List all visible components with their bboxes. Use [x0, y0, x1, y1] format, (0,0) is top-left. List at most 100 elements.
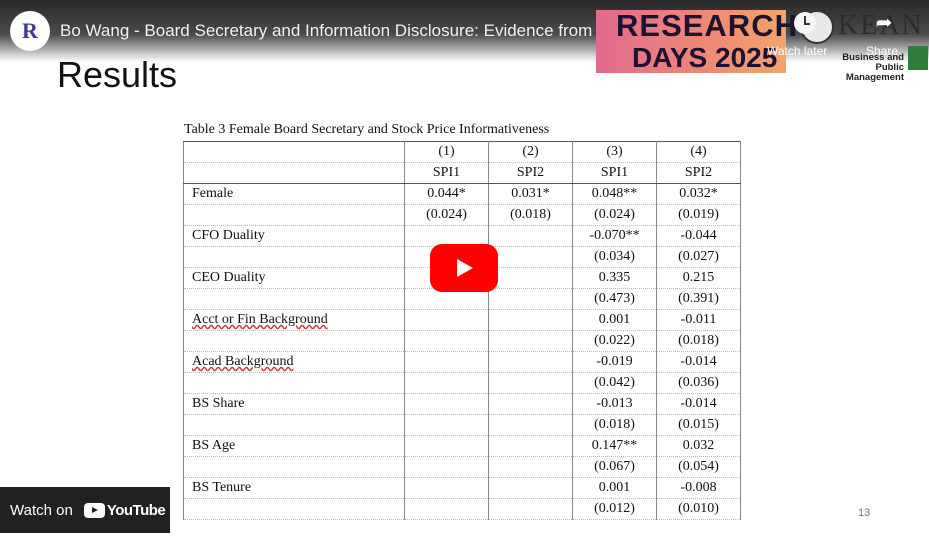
row-label-blank — [183, 288, 405, 310]
row-label: Female — [183, 183, 405, 205]
header-col-number: (1) — [404, 141, 489, 163]
watch-on-youtube-button[interactable]: Watch on YouTube — [0, 487, 170, 533]
header-col-number: (3) — [572, 141, 657, 163]
std-error-cell: (0.391) — [656, 288, 741, 310]
header-blank-cell — [183, 162, 405, 184]
coef-cell — [488, 435, 573, 457]
table-row: BS Share -0.013 -0.014 — [183, 393, 741, 415]
row-label-blank — [183, 456, 405, 478]
std-error-cell: (0.473) — [572, 288, 657, 310]
row-label-blank — [183, 246, 405, 268]
table-row: BS Age 0.147** 0.032 — [183, 435, 741, 457]
coef-cell — [488, 351, 573, 373]
table-header-row: SPI1 SPI2 SPI1 SPI2 — [183, 162, 741, 184]
coef-cell — [488, 309, 573, 331]
std-error-cell: (0.036) — [656, 372, 741, 394]
row-label-blank — [183, 204, 405, 226]
coef-cell — [488, 267, 573, 289]
results-table: (1) (2) (3) (4) SPI1 SPI2 SPI1 SPI2 Female 0.044*… — [183, 141, 741, 520]
channel-avatar-letter: R — [22, 18, 38, 43]
coef-cell: 0.032 — [656, 435, 741, 457]
row-label: BS Age — [183, 435, 405, 457]
std-error-cell: (0.018) — [572, 414, 657, 436]
coef-cell: 0.032* — [656, 183, 741, 205]
coef-cell: -0.011 — [656, 309, 741, 331]
coef-cell: 0.044* — [404, 183, 489, 205]
coef-cell: 0.001 — [572, 477, 657, 499]
watch-on-label: Watch on — [10, 501, 73, 519]
table-row: Acct or Fin Background 0.001 -0.011 — [183, 309, 741, 331]
std-error-cell — [488, 372, 573, 394]
coef-cell: -0.014 — [656, 351, 741, 373]
row-label: BS Tenure — [183, 477, 405, 499]
coef-cell — [404, 393, 489, 415]
std-error-cell — [404, 372, 489, 394]
std-error-cell: (0.010) — [656, 498, 741, 520]
table-row: (0.022) (0.018) — [183, 330, 741, 352]
std-error-cell: (0.034) — [572, 246, 657, 268]
channel-avatar[interactable]: R — [10, 11, 50, 51]
coef-cell: -0.014 — [656, 393, 741, 415]
banner-line1: RESEARCH — [616, 8, 798, 43]
row-label: Acct or Fin Background — [183, 309, 405, 331]
std-error-cell — [488, 414, 573, 436]
coef-cell — [404, 435, 489, 457]
coef-cell — [488, 225, 573, 247]
std-error-cell: (0.054) — [656, 456, 741, 478]
std-error-cell: (0.018) — [488, 204, 573, 226]
share-arrow-icon[interactable]: ➦ — [873, 12, 895, 34]
kean-badge-logo — [908, 46, 928, 70]
row-label: Acad Background — [183, 351, 405, 373]
coef-cell: 0.147** — [572, 435, 657, 457]
youtube-play-icon — [83, 502, 105, 518]
youtube-wordmark: YouTube — [106, 501, 166, 519]
std-error-cell: (0.019) — [656, 204, 741, 226]
slide-title: Results — [57, 54, 178, 95]
coef-cell — [404, 351, 489, 373]
header-var-name: SPI1 — [404, 162, 489, 184]
std-error-cell: (0.018) — [656, 330, 741, 352]
coef-cell: -0.070** — [572, 225, 657, 247]
std-error-cell: (0.022) — [572, 330, 657, 352]
play-button[interactable] — [430, 244, 498, 292]
coef-cell: -0.044 — [656, 225, 741, 247]
row-label-blank — [183, 498, 405, 520]
std-error-cell — [488, 288, 573, 310]
row-label: CFO Duality — [183, 225, 405, 247]
std-error-cell: (0.012) — [572, 498, 657, 520]
coef-cell: -0.013 — [572, 393, 657, 415]
table-row: (0.067) (0.054) — [183, 456, 741, 478]
std-error-cell — [488, 498, 573, 520]
table-row: (0.042) (0.036) — [183, 372, 741, 394]
clock-icon[interactable] — [794, 12, 816, 34]
coef-cell: 0.215 — [656, 267, 741, 289]
coef-cell: 0.031* — [488, 183, 573, 205]
share-label[interactable]: Share — [866, 44, 898, 58]
std-error-cell — [488, 456, 573, 478]
coef-cell: 0.335 — [572, 267, 657, 289]
research-days-banner: RESEARCH DAYS 2025 — [596, 8, 797, 73]
slide-page-number: 13 — [858, 507, 871, 519]
std-error-cell: (0.024) — [404, 204, 489, 226]
table-caption: Table 3 Female Board Secretary and Stock… — [184, 122, 550, 137]
header-var-name: SPI2 — [488, 162, 573, 184]
table-row: Acad Background -0.019 -0.014 — [183, 351, 741, 373]
std-error-cell — [404, 456, 489, 478]
header-col-number: (2) — [488, 141, 573, 163]
std-error-cell — [404, 498, 489, 520]
std-error-cell — [488, 330, 573, 352]
std-error-cell — [488, 246, 573, 268]
std-error-cell: (0.015) — [656, 414, 741, 436]
watch-later-label[interactable]: Watch later — [767, 44, 827, 58]
row-label-blank — [183, 372, 405, 394]
std-error-cell: (0.067) — [572, 456, 657, 478]
row-label: CEO Duality — [183, 267, 405, 289]
header-var-name: SPI1 — [572, 162, 657, 184]
std-error-cell: (0.027) — [656, 246, 741, 268]
header-var-name: SPI2 — [656, 162, 741, 184]
coef-cell — [488, 393, 573, 415]
table-row: (0.018) (0.015) — [183, 414, 741, 436]
coef-cell — [488, 477, 573, 499]
coef-cell: -0.019 — [572, 351, 657, 373]
row-label: BS Share — [183, 393, 405, 415]
